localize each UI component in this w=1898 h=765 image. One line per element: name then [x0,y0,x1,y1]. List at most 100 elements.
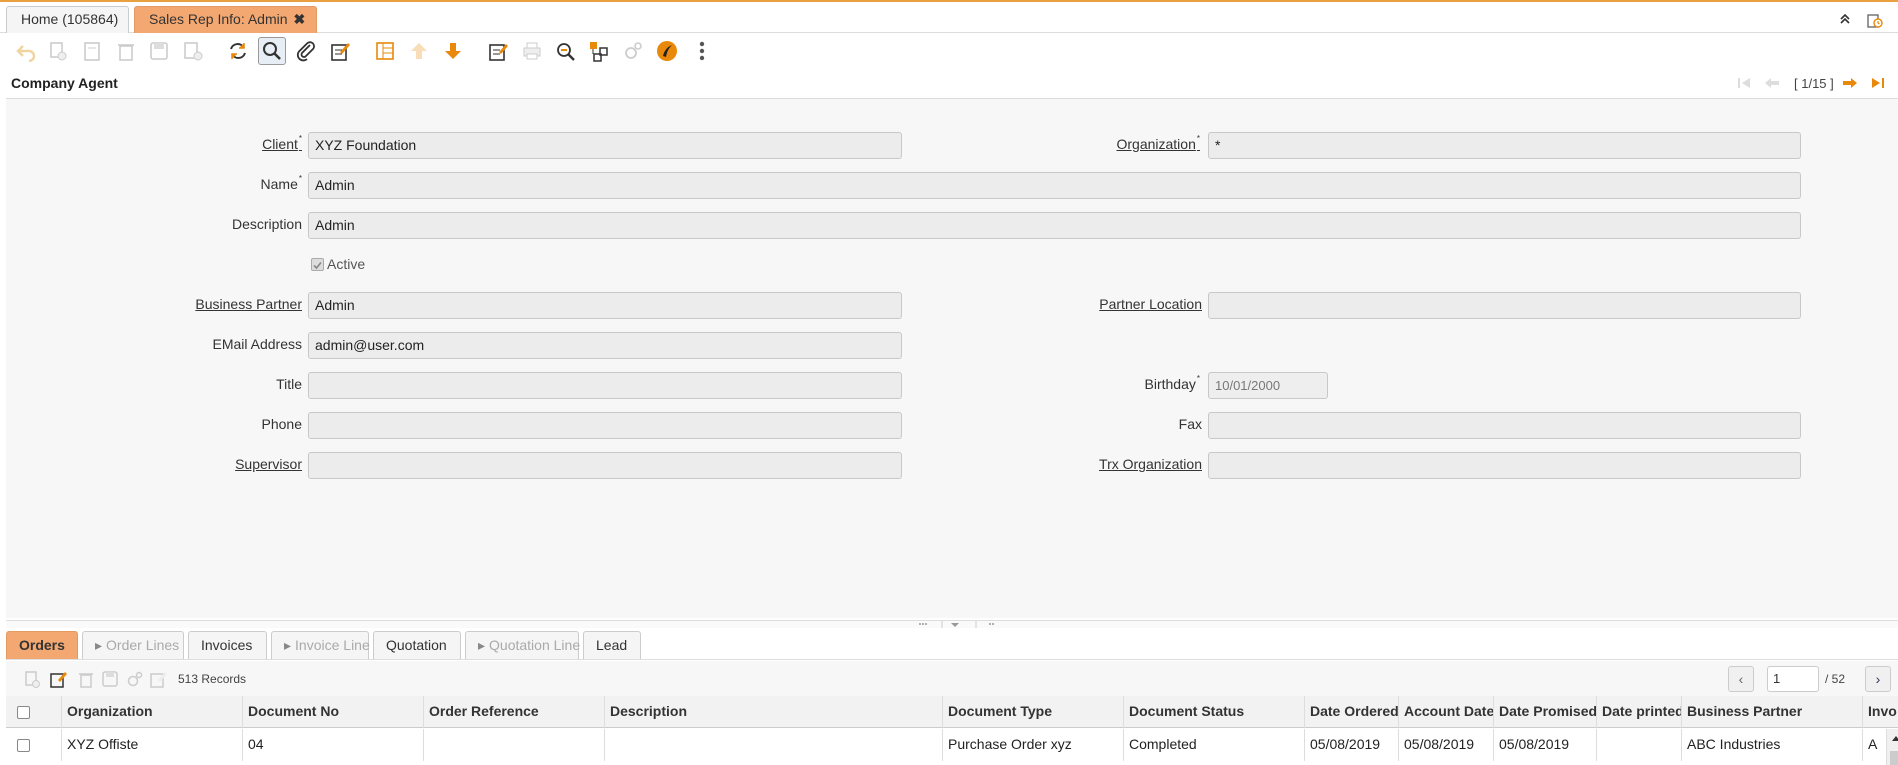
client-label[interactable]: Client* [262,134,302,152]
find-icon[interactable] [258,37,286,65]
first-record-icon[interactable] [1736,76,1752,93]
next-record-icon[interactable] [1841,76,1859,93]
table-cell[interactable] [424,729,605,761]
page-total: / 52 [1825,672,1846,686]
save-icon[interactable] [145,37,173,65]
detail-tabbar: Orders ▸ Order Lines Invoices ▸ Invoice Li… [6,630,1898,660]
trx-organization-label[interactable]: Trx Organization [1099,456,1202,472]
tab-orders[interactable]: Orders [6,631,78,659]
table-cell[interactable]: A [1863,729,1886,761]
column-header[interactable]: Date Promised [1494,696,1597,728]
delete-icon[interactable] [112,37,140,65]
description-field[interactable]: Admin [308,212,1801,239]
column-header[interactable]: Description [605,696,943,728]
tab-order-lines[interactable]: ▸ Order Lines [82,631,184,659]
page-number-input[interactable]: 1 [1767,666,1819,692]
select-all-cell [6,696,62,728]
trx-organization-field[interactable] [1208,452,1801,479]
requests-icon[interactable] [619,37,647,65]
table-row[interactable]: XYZ Offiste 04 Purchase Order xyz Comple… [6,729,1898,761]
grid-report-icon[interactable] [144,665,172,693]
window-tabbar: Home (105864) Sales Rep Info: Admin ✖ [0,2,1898,33]
column-header[interactable]: Date printed [1597,696,1682,728]
column-header[interactable]: Document Status [1124,696,1305,728]
refresh-icon[interactable] [224,37,252,65]
business-partner-field[interactable]: Admin [308,292,902,319]
birthday-field[interactable]: 10/01/2000 [1208,372,1328,399]
attachment-icon[interactable] [292,37,320,65]
table-cell[interactable]: Completed [1124,729,1305,761]
supervisor-label[interactable]: Supervisor [235,456,302,472]
client-field[interactable]: XYZ Foundation [308,132,902,159]
fax-field[interactable] [1208,412,1801,439]
table-cell[interactable]: Purchase Order xyz [943,729,1124,761]
table-cell[interactable]: XYZ Offiste [62,729,243,761]
column-header[interactable]: Order Reference [424,696,605,728]
table-cell[interactable] [605,729,943,761]
parent-record-icon[interactable] [405,37,433,65]
user-session-icon[interactable] [1866,12,1884,33]
column-header[interactable]: Business Partner [1682,696,1863,728]
tab-invoice-line[interactable]: ▸ Invoice Line [271,631,370,659]
last-record-icon[interactable] [1870,76,1886,93]
tab-home-label: Home (105864) [21,11,119,27]
tab-invoices[interactable]: Invoices [188,631,267,659]
column-header[interactable]: Organization [62,696,243,728]
organization-field[interactable]: * [1208,132,1801,159]
select-all-checkbox[interactable] [17,706,30,719]
row-checkbox[interactable] [17,739,30,752]
grid-copy-icon[interactable] [18,665,46,693]
tab-quotation[interactable]: Quotation [373,631,461,659]
close-tab-icon[interactable]: ✖ [294,11,306,27]
table-cell[interactable]: 05/08/2019 [1399,729,1494,761]
column-header[interactable]: Document Type [943,696,1124,728]
grid-scrollbar[interactable] [1886,729,1898,765]
detail-record-icon[interactable] [439,37,467,65]
active-workflows-icon[interactable] [585,37,613,65]
column-header[interactable]: Document No [243,696,424,728]
previous-page-button[interactable]: ‹ [1728,666,1754,692]
organization-label[interactable]: Organization* [1116,134,1200,152]
undo-icon[interactable] [12,37,40,65]
save-new-icon[interactable] [179,37,207,65]
birthday-label: Birthday* [1144,374,1200,392]
edit-icon[interactable] [326,37,354,65]
collapse-up-icon[interactable] [1838,12,1852,29]
column-header[interactable]: Invo [1863,696,1898,728]
tab-home[interactable]: Home (105864) [6,6,129,33]
tab-sales-rep-info[interactable]: Sales Rep Info: Admin ✖ [134,6,317,33]
phone-field[interactable] [308,412,902,439]
partner-location-field[interactable] [1208,292,1801,319]
supervisor-field[interactable] [308,452,902,479]
business-partner-label[interactable]: Business Partner [195,296,302,312]
table-cell[interactable]: ABC Industries [1682,729,1863,761]
orders-grid: Organization Document No Order Reference… [6,696,1898,765]
next-page-button[interactable]: › [1865,666,1891,692]
table-cell[interactable] [1597,729,1682,761]
report-icon[interactable] [484,37,512,65]
partner-location-label[interactable]: Partner Location [1099,296,1202,312]
grid-edit-icon[interactable] [44,665,72,693]
tab-quotation-line[interactable]: ▸ Quotation Line [465,631,580,659]
panel-splitter[interactable] [6,620,1898,628]
tab-lead[interactable]: Lead [583,631,641,659]
phone-label: Phone [261,416,302,432]
new-icon[interactable] [78,37,106,65]
table-cell[interactable]: 05/08/2019 [1494,729,1597,761]
title-field[interactable] [308,372,902,399]
table-cell[interactable]: 05/08/2019 [1305,729,1399,761]
column-header[interactable]: Account Date [1399,696,1494,728]
product-info-icon[interactable] [653,37,681,65]
grid-toggle-icon[interactable] [371,37,399,65]
more-icon[interactable] [688,37,716,65]
previous-record-icon[interactable] [1763,76,1781,93]
name-field[interactable]: Admin [308,172,1801,199]
table-cell[interactable]: 04 [243,729,424,761]
description-label: Description [231,216,302,232]
active-checkbox[interactable] [311,258,324,271]
copy-icon[interactable] [44,37,72,65]
email-field[interactable]: admin@user.com [308,332,902,359]
zoom-icon[interactable] [551,37,579,65]
print-icon[interactable] [518,37,546,65]
column-header[interactable]: Date Ordered [1305,696,1399,728]
